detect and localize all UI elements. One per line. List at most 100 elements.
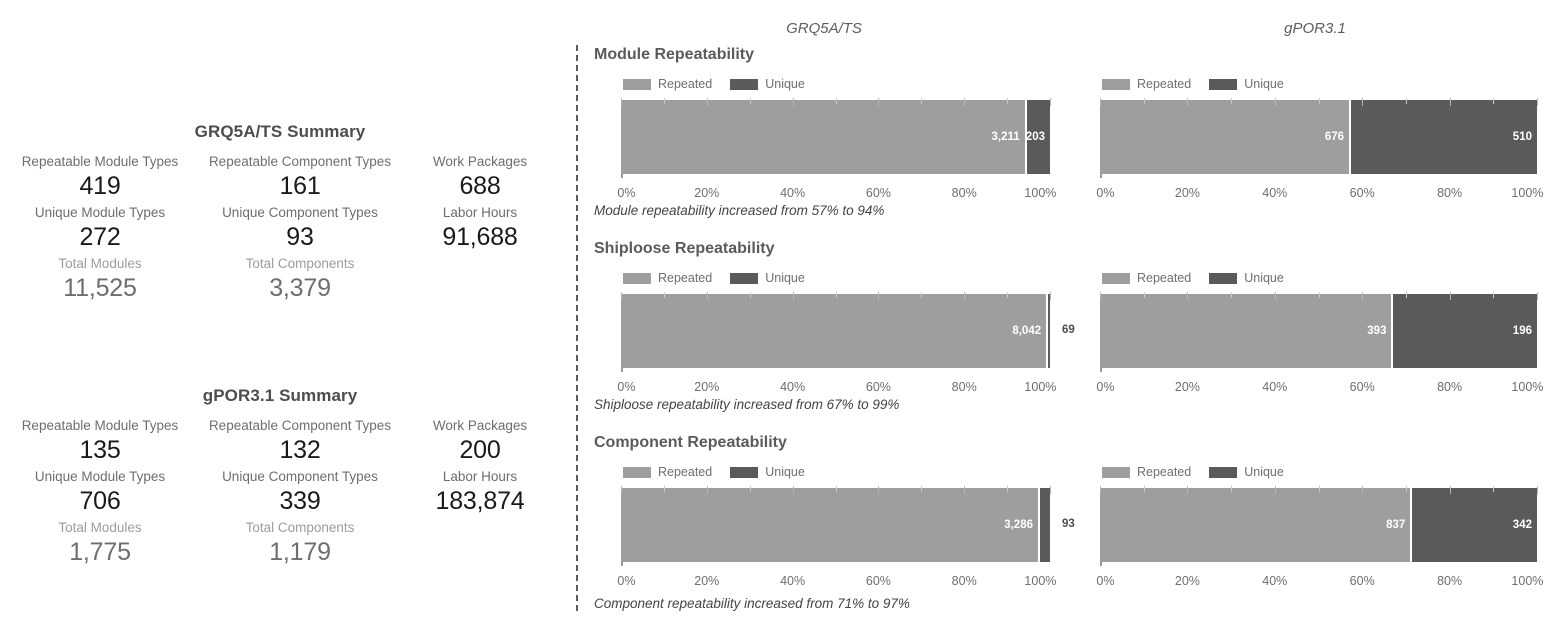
legend-label: Repeated <box>1137 465 1192 479</box>
stat-label: Total Components <box>245 520 355 535</box>
bar-segment-unique[interactable]: 196 <box>1391 294 1537 368</box>
bar-segment-repeated[interactable]: 3,286 <box>621 488 1038 562</box>
legend-item-repeated[interactable]: Repeated <box>1102 272 1191 284</box>
stat-label: Unique Component Types <box>222 469 378 484</box>
bar-segment-unique[interactable]: 510 <box>1349 100 1537 174</box>
legend-item-repeated[interactable]: Repeated <box>623 78 712 90</box>
stat-value: 3,379 <box>269 274 331 302</box>
summary-stat-column: Repeatable Module Types 135 Unique Module … <box>0 416 200 569</box>
legend-item-unique[interactable]: Unique <box>1209 78 1284 90</box>
legend-item-unique[interactable]: Unique <box>730 466 805 478</box>
stat-value: 93 <box>286 223 314 251</box>
axis-tick-minor <box>663 292 665 298</box>
axis-tick-major <box>964 98 966 106</box>
stacked-bar[interactable]: 676 510 <box>1100 100 1537 174</box>
legend-item-repeated[interactable]: Repeated <box>623 466 712 478</box>
legend-item-unique[interactable]: Unique <box>1209 466 1284 478</box>
legend-item-repeated[interactable]: Repeated <box>623 272 712 284</box>
axis-tick-label: 100% <box>1511 380 1544 394</box>
stacked-bar[interactable]: 3,211 203 <box>621 100 1050 174</box>
axis-tick-minor <box>1405 486 1407 492</box>
axis-tick-label: 80% <box>1437 574 1463 588</box>
stat-label: Work Packages <box>432 418 528 433</box>
axis-origin-line <box>1100 560 1102 566</box>
legend-swatch-icon <box>730 78 759 90</box>
axis-tick-minor <box>835 292 837 298</box>
stacked-bar[interactable]: 8,042 <box>621 294 1050 368</box>
legend-swatch-icon <box>623 78 651 90</box>
axis-tick-label: 60% <box>865 186 891 200</box>
axis-tick-minor <box>1231 486 1233 492</box>
axis-tick-major <box>706 486 708 494</box>
axis-tick-label: 100% <box>1024 574 1057 588</box>
bar-value-unique: 93 <box>1062 518 1075 530</box>
bar-segment-repeated[interactable]: 676 <box>1100 100 1350 174</box>
legend-swatch-icon <box>623 272 651 284</box>
axis-tick-minor <box>921 98 923 104</box>
axis-tick-minor <box>1231 98 1233 104</box>
stat-item: Total Components 3,379 <box>200 254 400 303</box>
stat-value: 132 <box>279 436 321 464</box>
bar-segment-repeated[interactable]: 3,211 <box>621 100 1025 174</box>
summary-stat-column: Repeatable Module Types 419 Unique Module … <box>0 152 200 305</box>
axis-tick-major <box>792 292 794 300</box>
bar-segment-unique[interactable]: 342 <box>1410 488 1537 562</box>
stat-item: Repeatable Component Types 161 <box>200 152 400 201</box>
bar-segment-repeated[interactable]: 837 <box>1100 488 1411 562</box>
axis-tick-minor <box>1493 486 1495 492</box>
stat-item: Repeatable Module Types 135 <box>0 416 200 465</box>
axis-origin-line <box>1100 366 1102 372</box>
chart-plot-area: 393 196 <box>1100 294 1537 368</box>
legend-swatch-icon <box>1209 466 1238 478</box>
legend-item-unique[interactable]: Unique <box>1209 272 1284 284</box>
stacked-bar[interactable]: 393 196 <box>1100 294 1537 368</box>
summary-stat-grid: Repeatable Module Types 135 Unique Module … <box>0 416 560 569</box>
bar-value-unique: 69 <box>1062 324 1075 336</box>
axis-tick-minor <box>921 486 923 492</box>
axis-tick-major <box>621 292 622 300</box>
legend-item-repeated[interactable]: Repeated <box>1102 466 1191 478</box>
chart-legend: Repeated Unique <box>623 272 823 284</box>
axis-tick-label: 0% <box>617 380 636 394</box>
stat-item: Repeatable Component Types 132 <box>200 416 400 465</box>
axis-tick-label: 100% <box>1511 186 1544 200</box>
axis-tick-label: 0% <box>1096 380 1115 394</box>
axis-tick-label: 100% <box>1511 574 1544 588</box>
legend-item-repeated[interactable]: Repeated <box>1102 78 1191 90</box>
chart-row-title: Component Repeatability <box>594 434 787 451</box>
stat-label: Labor Hours <box>442 205 518 220</box>
axis-tick-label: 60% <box>865 380 891 394</box>
axis-tick-minor <box>749 98 751 104</box>
axis-tick-minor <box>1318 292 1320 298</box>
axis-tick-major <box>878 292 880 300</box>
stacked-bar[interactable]: 3,286 <box>621 488 1050 562</box>
axis-tick-minor <box>1143 98 1145 104</box>
axis-tick-label: 0% <box>1096 186 1115 200</box>
bar-segment-repeated[interactable]: 8,042 <box>621 294 1047 368</box>
legend-item-unique[interactable]: Unique <box>730 272 805 284</box>
axis-tick-major <box>1050 486 1051 494</box>
legend-swatch-icon <box>1102 466 1130 478</box>
legend-item-unique[interactable]: Unique <box>730 78 805 90</box>
axis-tick-minor <box>1231 292 1233 298</box>
summary-stat-column: Work Packages 688 Labor Hours 91,688 <box>400 152 560 305</box>
axis-tick-label: 40% <box>1262 186 1288 200</box>
axis-tick-major <box>706 292 708 300</box>
bar-segment-unique[interactable]: 203 <box>1024 100 1050 174</box>
bar-segment-unique[interactable] <box>1037 488 1050 562</box>
legend-label: Unique <box>1244 271 1284 285</box>
bar-value-repeated: 837 <box>1386 519 1406 531</box>
bar-value-repeated: 8,042 <box>1012 325 1042 337</box>
bar-value-unique: 342 <box>1512 519 1532 531</box>
stacked-bar[interactable]: 837 342 <box>1100 488 1537 562</box>
stat-item: Total Modules 1,775 <box>0 518 200 567</box>
bar-segment-repeated[interactable]: 393 <box>1100 294 1392 368</box>
axis-tick-major <box>1050 98 1051 106</box>
axis-origin-line <box>1100 172 1102 178</box>
axis-tick-major <box>1274 486 1276 494</box>
stat-value: 339 <box>279 487 321 515</box>
axis-tick-major <box>964 486 966 494</box>
bar-segment-unique[interactable] <box>1046 294 1050 368</box>
stat-value: 183,874 <box>435 487 525 515</box>
axis-tick-major <box>621 98 622 106</box>
